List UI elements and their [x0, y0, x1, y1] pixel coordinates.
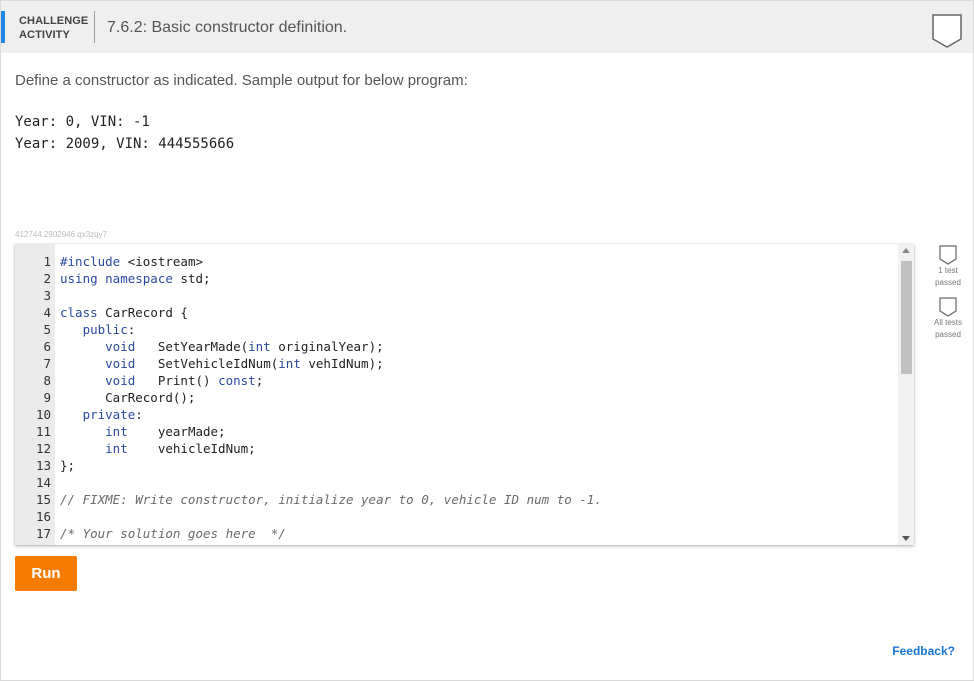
line-number: 13	[35, 458, 51, 473]
header-divider	[94, 11, 95, 43]
test-status-item: All tests passed	[923, 297, 973, 341]
line-number: 9	[43, 390, 51, 405]
code-lines[interactable]: 1 #include <iostream> 2 using namespace st…	[15, 253, 900, 542]
code-line: 14	[15, 474, 900, 491]
code-editor[interactable]: 1 #include <iostream> 2 using namespace st…	[15, 244, 914, 545]
line-number: 11	[35, 424, 51, 439]
sample-output-line: Year: 0, VIN: -1	[15, 114, 150, 130]
line-number: 8	[43, 373, 51, 388]
code-line: 15 // FIXME: Write constructor, initializ…	[15, 491, 900, 508]
line-number: 12	[35, 441, 51, 456]
code-line: 6 void SetYearMade(int originalYear);	[15, 338, 900, 355]
code-line: 5 public:	[15, 321, 900, 338]
code-line: 10 private:	[15, 406, 900, 423]
test-status-icon	[939, 245, 957, 265]
code-text: // FIXME: Write constructor, initialize …	[60, 492, 602, 507]
scrollbar-thumb[interactable]	[901, 261, 912, 374]
code-text: void Print() const;	[105, 373, 264, 388]
scroll-down-icon[interactable]	[902, 536, 910, 541]
code-line: 3	[15, 287, 900, 304]
code-line: 9 CarRecord();	[15, 389, 900, 406]
line-number: 15	[35, 492, 51, 507]
code-text: CarRecord();	[60, 390, 196, 405]
code-text: int yearMade;	[105, 424, 226, 439]
code-text: class CarRecord {	[60, 305, 188, 320]
code-text: void SetVehicleIdNum(int vehIdNum);	[105, 356, 384, 371]
code-text: #include <iostream>	[60, 254, 204, 269]
code-line: 8 void Print() const;	[15, 372, 900, 389]
test-label-line-1: All tests	[933, 318, 962, 327]
test-status-item: 1 test passed	[923, 245, 973, 289]
line-number: 4	[43, 305, 51, 320]
line-number: 10	[35, 407, 51, 422]
line-number: 2	[43, 271, 51, 286]
challenge-activity-panel: CHALLENGE ACTIVITY 7.6.2: Basic construc…	[0, 0, 974, 681]
line-number: 16	[35, 509, 51, 524]
code-text: public:	[82, 322, 136, 337]
test-status-icon	[939, 297, 957, 317]
badge-line-1: CHALLENGE	[19, 15, 89, 27]
code-text: };	[60, 458, 76, 473]
code-line: 11 int yearMade;	[15, 423, 900, 440]
line-number: 7	[43, 356, 51, 371]
code-line: 7 void SetVehicleIdNum(int vehIdNum);	[15, 355, 900, 372]
run-button[interactable]: Run	[15, 556, 77, 591]
line-number: 17	[35, 526, 51, 541]
bookmark-shield-icon[interactable]	[931, 13, 963, 54]
feedback-link[interactable]: Feedback?	[892, 644, 955, 658]
editor-scrollbar[interactable]	[898, 244, 914, 545]
test-label-line-2: passed	[935, 330, 961, 339]
line-number: 3	[43, 288, 51, 303]
code-line: 1 #include <iostream>	[15, 253, 900, 270]
line-number: 14	[35, 475, 51, 490]
instructions-text: Define a constructor as indicated. Sampl…	[15, 72, 468, 89]
header-accent-bar	[1, 11, 5, 43]
activity-header: CHALLENGE ACTIVITY 7.6.2: Basic construc…	[1, 1, 973, 53]
test-label-line-2: passed	[935, 278, 961, 287]
line-number: 6	[43, 339, 51, 354]
code-line: 13};	[15, 457, 900, 474]
code-text: int vehicleIdNum;	[105, 441, 256, 456]
code-text: private:	[82, 407, 143, 422]
badge-line-2: ACTIVITY	[19, 29, 70, 41]
sample-output: Year: 0, VIN: -1 Year: 2009, VIN: 444555…	[15, 111, 234, 155]
challenge-activity-badge: CHALLENGE ACTIVITY	[19, 14, 88, 42]
test-status-label: All tests passed	[923, 317, 973, 341]
code-text[interactable]: /* Your solution goes here */	[60, 525, 286, 542]
activity-title: 7.6.2: Basic constructor definition.	[107, 19, 348, 36]
scroll-up-icon[interactable]	[902, 248, 910, 253]
code-text: void SetYearMade(int originalYear);	[105, 339, 384, 354]
code-line: 12 int vehicleIdNum;	[15, 440, 900, 457]
test-label-line-1: 1 test	[938, 266, 958, 275]
code-line: 4 class CarRecord {	[15, 304, 900, 321]
line-number: 5	[43, 322, 51, 337]
test-status-label: 1 test passed	[923, 265, 973, 289]
editor-id-label: 412744.2902946.qx3zqy7	[15, 230, 108, 239]
code-line[interactable]: 17 /* Your solution goes here */	[15, 525, 900, 542]
code-text: using namespace std;	[60, 271, 211, 286]
code-line: 16	[15, 508, 900, 525]
code-line: 2 using namespace std;	[15, 270, 900, 287]
line-number: 1	[43, 254, 51, 269]
sample-output-line: Year: 2009, VIN: 444555666	[15, 136, 235, 152]
test-status-panel: 1 test passed All tests passed	[923, 245, 973, 341]
